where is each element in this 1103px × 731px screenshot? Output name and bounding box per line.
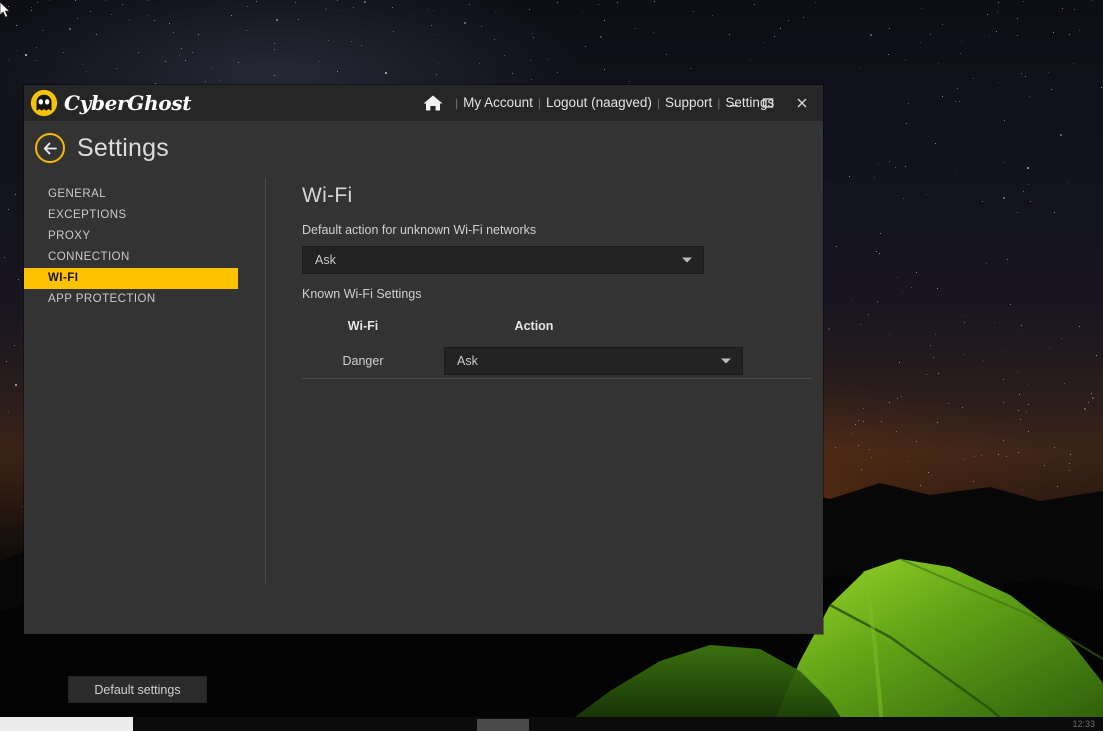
wifi-name-cell: Danger: [342, 354, 384, 368]
brand: CyberGhost: [30, 85, 192, 121]
content-heading: Wi-Fi: [302, 184, 353, 207]
home-icon[interactable]: [422, 94, 444, 112]
menu-separator-1: |: [455, 96, 459, 110]
sidebar-item-proxy[interactable]: PROXY: [24, 226, 265, 247]
settings-body: GENERAL EXCEPTIONS PROXY CONNECTION WI-F…: [24, 175, 823, 634]
wifi-action-value: Ask: [457, 354, 478, 368]
known-wifi-table: Wi-Fi Action Danger Ask: [302, 315, 812, 379]
settings-header: Settings: [24, 121, 823, 175]
window-controls: [717, 85, 819, 121]
cyberghost-logo-icon: [30, 89, 58, 117]
maximize-icon: [762, 98, 774, 108]
sidebar-item-general[interactable]: GENERAL: [24, 184, 265, 205]
default-settings-button[interactable]: Default settings: [68, 676, 207, 703]
sidebar-item-connection[interactable]: CONNECTION: [24, 247, 265, 268]
column-header-action: Action: [514, 319, 554, 333]
settings-content: Wi-Fi Default action for unknown Wi-Fi n…: [278, 175, 815, 379]
default-action-dropdown[interactable]: Ask: [302, 246, 704, 274]
close-icon: [797, 98, 807, 108]
default-action-label: Default action for unknown Wi-Fi network…: [302, 223, 537, 237]
chevron-down-icon: [721, 358, 731, 364]
taskbar-start-region[interactable]: [0, 717, 133, 731]
mouse-cursor: [0, 2, 11, 18]
menu-separator-2: |: [537, 96, 542, 110]
window-titlebar[interactable]: CyberGhost | My Account | Logout (naagve…: [24, 85, 823, 121]
my-account-link[interactable]: My Account: [463, 85, 533, 121]
known-settings-label: Known Wi-Fi Settings: [302, 287, 422, 301]
table-row: Danger Ask: [302, 346, 812, 376]
close-button[interactable]: [785, 87, 819, 119]
sidebar-item-app-protection[interactable]: APP PROTECTION: [24, 289, 265, 310]
taskbar-clock: 12:33: [1072, 719, 1095, 729]
page-title: Settings: [77, 133, 169, 162]
taskbar[interactable]: 12:33: [0, 717, 1103, 731]
default-action-value: Ask: [315, 253, 336, 267]
sidebar-item-wifi[interactable]: WI-FI: [24, 268, 238, 289]
settings-sidebar: GENERAL EXCEPTIONS PROXY CONNECTION WI-F…: [24, 175, 265, 310]
taskbar-app-item[interactable]: [477, 719, 529, 731]
cyberghost-window: CyberGhost | My Account | Logout (naagve…: [24, 85, 823, 703]
minimize-button[interactable]: [717, 87, 751, 119]
sidebar-item-exceptions[interactable]: EXCEPTIONS: [24, 205, 265, 226]
support-link[interactable]: Support: [665, 85, 712, 121]
wifi-action-dropdown[interactable]: Ask: [444, 347, 743, 375]
back-button[interactable]: [35, 133, 65, 163]
chevron-down-icon: [682, 257, 692, 263]
maximize-button[interactable]: [751, 87, 785, 119]
desktop: 12:33 CyberGhost | My Account | Logout (…: [0, 0, 1103, 731]
column-header-wifi: Wi-Fi: [347, 319, 379, 333]
menu-separator-3: |: [656, 96, 660, 110]
sidebar-content-divider: [265, 178, 266, 583]
back-arrow-icon: [43, 142, 57, 154]
table-row-divider: [302, 378, 812, 379]
logout-link[interactable]: Logout (naagved): [546, 85, 652, 121]
table-header-row: Wi-Fi Action: [302, 315, 812, 337]
minimize-icon: [730, 105, 738, 107]
brand-name: CyberGhost: [64, 91, 192, 115]
